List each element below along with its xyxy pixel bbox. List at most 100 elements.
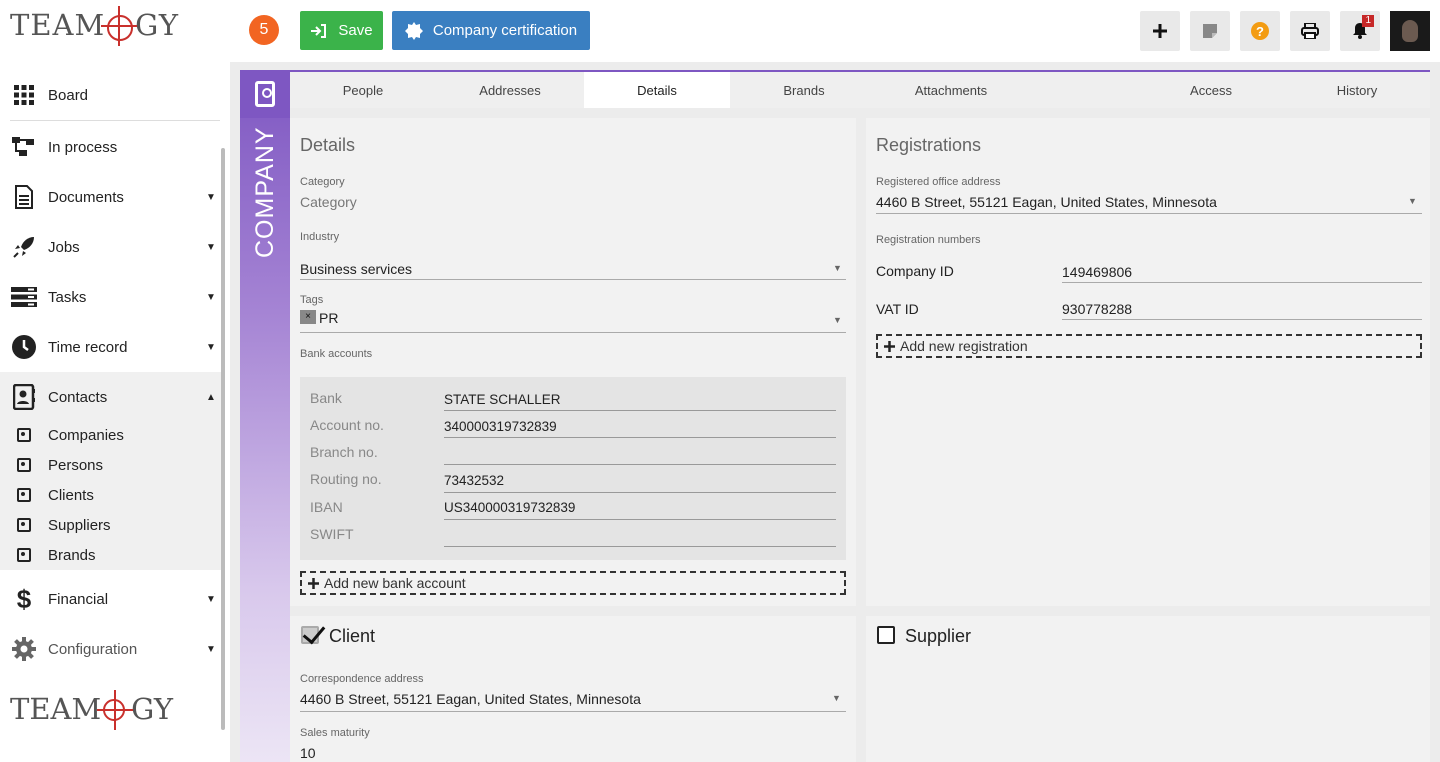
tab-addresses[interactable]: Addresses xyxy=(436,72,584,108)
sidebar-sublabel: Persons xyxy=(48,456,104,474)
tab-attachments[interactable]: Attachments xyxy=(878,72,1024,108)
industry-underline xyxy=(300,279,846,280)
gear-icon xyxy=(11,636,37,662)
grid-icon xyxy=(11,82,37,108)
account-no-label: Account no. xyxy=(310,417,384,433)
sidebar-subitem-suppliers[interactable]: Suppliers xyxy=(0,510,222,540)
sidebar-subitem-clients[interactable]: Clients xyxy=(0,480,222,510)
sidebar-label: Tasks xyxy=(48,288,87,306)
add-bank-account-button[interactable]: Add new bank account xyxy=(300,571,846,595)
tab-access[interactable]: Access xyxy=(1138,72,1284,108)
tag-remove-button[interactable]: × xyxy=(300,310,316,324)
contact-card-icon xyxy=(17,488,31,502)
sidebar-label: Contacts xyxy=(48,388,108,406)
industry-select[interactable]: Business services xyxy=(300,261,412,277)
bank-field[interactable]: STATE SCHALLER xyxy=(444,392,561,407)
sidebar-item-documents[interactable]: Documents ▼ xyxy=(0,172,222,222)
industry-label: Industry xyxy=(300,231,340,243)
sign-in-icon xyxy=(311,23,327,38)
bank-underline xyxy=(444,410,836,411)
contact-card-icon xyxy=(17,518,31,532)
contacts-icon xyxy=(11,384,37,410)
sidebar-sublabel: Brands xyxy=(48,546,96,564)
sales-maturity-field[interactable]: 10 xyxy=(300,745,316,761)
correspondence-address-select[interactable]: 4460 B Street, 55121 Eagan, United State… xyxy=(300,691,641,707)
notification-count-badge: 1 xyxy=(1362,15,1374,27)
teamogy-logo-footer: TEAM GY xyxy=(10,690,173,730)
caret-down-icon: ▼ xyxy=(206,341,216,353)
caret-down-icon: ▼ xyxy=(206,291,216,303)
tab-details[interactable]: Details xyxy=(584,72,730,108)
iban-underline xyxy=(444,519,836,520)
sidebar-subitem-companies[interactable]: Companies xyxy=(0,420,222,450)
chevron-down-icon[interactable]: ▼ xyxy=(832,693,841,703)
tab-brands[interactable]: Brands xyxy=(730,72,878,108)
sidebar-item-in-process[interactable]: In process xyxy=(0,122,222,172)
plus-icon xyxy=(884,340,895,352)
pending-counter-badge[interactable]: 5 xyxy=(249,15,279,45)
save-button[interactable]: Save xyxy=(300,11,383,50)
category-input[interactable]: Category xyxy=(300,194,357,210)
iban-field[interactable]: US340000319732839 xyxy=(444,500,575,515)
correspondence-underline xyxy=(300,711,846,712)
printer-icon xyxy=(1301,23,1319,39)
client-checkbox[interactable] xyxy=(301,626,319,644)
sidebar-item-time-record[interactable]: Time record ▼ xyxy=(0,322,222,372)
sidebar-item-tasks[interactable]: Tasks ▼ xyxy=(0,272,222,322)
tags-label: Tags xyxy=(300,294,324,306)
dollar-icon: $ xyxy=(16,583,32,614)
sidebar-item-jobs[interactable]: Jobs ▼ xyxy=(0,222,222,272)
chevron-down-icon[interactable]: ▼ xyxy=(833,315,842,325)
add-registration-button[interactable]: Add new registration xyxy=(876,334,1422,358)
swift-underline xyxy=(444,546,836,547)
sidebar-label: Financial xyxy=(48,590,109,608)
tab-people[interactable]: People xyxy=(290,72,436,108)
entity-type-label: COMPANY xyxy=(251,126,279,258)
vat-id-field[interactable]: 930778288 xyxy=(1062,301,1132,317)
branch-no-label: Branch no. xyxy=(310,444,378,460)
company-id-field[interactable]: 149469806 xyxy=(1062,264,1132,280)
routing-no-field[interactable]: 73432532 xyxy=(444,473,504,488)
caret-down-icon: ▼ xyxy=(206,241,216,253)
company-certification-button[interactable]: Company certification xyxy=(392,11,590,50)
company-contact-icon xyxy=(240,70,290,118)
contact-card-icon xyxy=(17,548,31,562)
company-id-label: Company ID xyxy=(876,263,954,279)
sidebar-subitem-brands[interactable]: Brands xyxy=(0,540,222,570)
registrations-title: Registrations xyxy=(876,135,982,155)
tasks-icon xyxy=(11,284,37,310)
sidebar-sublabel: Clients xyxy=(48,486,94,504)
add-button[interactable] xyxy=(1140,11,1180,51)
sidebar-item-financial[interactable]: $ Financial ▼ xyxy=(0,574,222,624)
plus-icon xyxy=(308,577,319,589)
company-id-underline xyxy=(1062,282,1422,283)
account-no-field[interactable]: 340000319732839 xyxy=(444,419,557,434)
chevron-down-icon[interactable]: ▼ xyxy=(1408,196,1417,206)
sales-maturity-label: Sales maturity xyxy=(300,727,370,739)
correspondence-address-label: Correspondence address xyxy=(300,673,424,685)
print-button[interactable] xyxy=(1290,11,1330,51)
registered-office-select[interactable]: 4460 B Street, 55121 Eagan, United State… xyxy=(876,194,1217,210)
tab-history[interactable]: History xyxy=(1284,72,1430,108)
sidebar-subitem-persons[interactable]: Persons xyxy=(0,450,222,480)
tag-chip-pr: PR xyxy=(319,310,339,326)
caret-down-icon: ▼ xyxy=(206,191,216,203)
registration-numbers-label: Registration numbers xyxy=(876,234,981,246)
bank-account-panel: Bank STATE SCHALLER Account no. 34000031… xyxy=(300,377,846,560)
notifications-button[interactable]: 1 xyxy=(1340,11,1380,51)
sidebar-scrollbar[interactable] xyxy=(221,148,225,730)
supplier-checkbox[interactable] xyxy=(877,626,895,644)
document-icon xyxy=(11,184,37,210)
sidebar-item-configuration[interactable]: Configuration ▼ xyxy=(0,624,222,674)
user-avatar[interactable] xyxy=(1390,11,1430,51)
chevron-down-icon[interactable]: ▼ xyxy=(833,263,842,273)
certification-label: Company certification xyxy=(432,22,578,39)
top-bar: TEAM GY 5 Save Company certification ? 1 xyxy=(0,0,1440,62)
supplier-label: Supplier xyxy=(905,626,972,646)
help-button[interactable]: ? xyxy=(1240,11,1280,51)
sidebar-label: Jobs xyxy=(48,238,80,256)
notes-button[interactable] xyxy=(1190,11,1230,51)
sidebar-item-contacts[interactable]: Contacts ▲ xyxy=(0,372,222,422)
teamogy-logo[interactable]: TEAM GY xyxy=(10,6,179,46)
sidebar-item-board[interactable]: Board xyxy=(0,70,222,120)
